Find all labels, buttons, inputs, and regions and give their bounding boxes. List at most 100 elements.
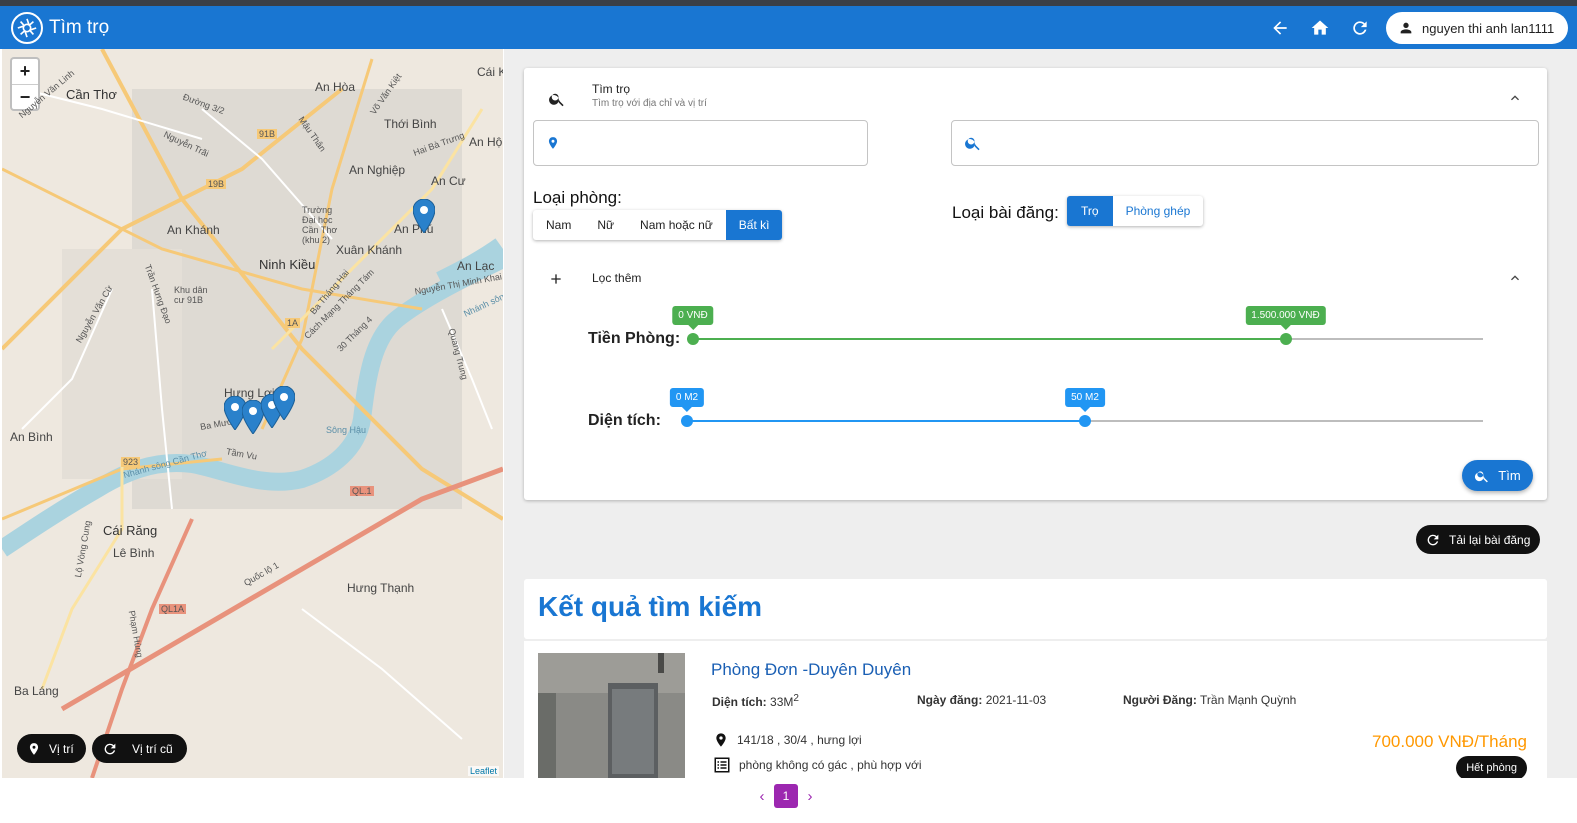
post-type-label: Loại bài đăng: [952, 203, 1059, 222]
listing-date-label: Ngày đăng: [917, 693, 983, 707]
map-label: Hưng Thạnh [347, 581, 415, 595]
aperture-logo-icon[interactable] [11, 11, 43, 44]
map-label: An Khánh [167, 223, 220, 237]
search-button[interactable]: Tìm [1462, 460, 1533, 491]
keyword-field[interactable] [951, 120, 1539, 166]
map-attribution[interactable]: Leaflet [467, 766, 499, 776]
post-type-toggle-group: Trọ Phòng ghép [1067, 196, 1204, 226]
price-slider[interactable]: 0 VNĐ 1.500.000 VNĐ [672, 306, 1483, 350]
area-max-value: 50 M2 [1065, 388, 1105, 412]
map-label: An Hội [469, 135, 503, 149]
listing-status-badge: Hết phòng [1456, 756, 1527, 778]
listing-area-sup: 2 [793, 693, 799, 704]
search-card: Tìm trọ Tìm trọ với địa chỉ và vị trí Lo… [524, 68, 1547, 500]
search-section-header[interactable]: Tìm trọ Tìm trọ với địa chỉ và vị trí [524, 82, 1547, 112]
reload-posts-label: Tải lại bài đăng [1449, 532, 1531, 547]
person-icon [1400, 22, 1412, 34]
chevron-up-icon[interactable] [1507, 90, 1523, 106]
area-slider-max-thumb[interactable] [1079, 415, 1091, 427]
map-marker-icon[interactable] [273, 386, 295, 420]
plus-icon [551, 274, 561, 284]
post-type-option-tro[interactable]: Trọ [1067, 196, 1113, 226]
area-slider-min-thumb[interactable] [681, 415, 693, 427]
room-type-option-nu[interactable]: Nữ [584, 210, 627, 240]
results-header: Kết quả tìm kiếm [524, 579, 1547, 639]
refresh-button[interactable] [1340, 11, 1380, 45]
reload-posts-button[interactable]: Tải lại bài đăng [1416, 525, 1540, 554]
old-location-label: Vị trí cũ [132, 741, 173, 756]
user-chip[interactable]: nguyen thi anh lan1111 [1386, 12, 1568, 44]
room-type-option-nam-hoac-nu[interactable]: Nam hoặc nữ [627, 210, 726, 240]
prev-page-button[interactable]: ‹ [752, 788, 772, 805]
map-label: Sông Hậu [326, 425, 367, 435]
my-location-button[interactable]: Vị trí [17, 734, 86, 763]
area-min-value: 0 M2 [669, 388, 705, 412]
listing-area: Diện tích: 33M2 [712, 693, 799, 709]
results-title: Kết quả tìm kiếm [538, 591, 763, 622]
map-label: Ninh Kiều [259, 257, 316, 272]
map-label: An Bình [10, 430, 53, 444]
map-label: Cái Răng [103, 523, 158, 538]
listing-date-value: 2021-11-03 [985, 693, 1047, 707]
location-pin-icon [716, 733, 726, 747]
search-button-label: Tìm [1498, 468, 1521, 483]
zoom-in-button[interactable]: + [12, 59, 38, 84]
map-label: Ba Láng [14, 684, 59, 698]
pagination: ‹ 1 › [752, 784, 820, 808]
old-location-button[interactable]: Vị trí cũ [92, 734, 187, 763]
location-input[interactable] [570, 135, 867, 151]
back-button[interactable] [1260, 11, 1300, 45]
location-field[interactable] [533, 120, 868, 166]
area-slider[interactable]: 0 M2 50 M2 [669, 388, 1483, 432]
room-type-option-nam[interactable]: Nam [533, 210, 584, 240]
listing-photo[interactable] [538, 653, 685, 778]
map-label: Cái Khế [477, 65, 503, 79]
price-slider-label: Tiền Phòng: [588, 330, 681, 347]
listing-poster: Người Đăng: Trần Mạnh Quỳnh [1123, 693, 1296, 707]
main-panel: Tìm trọ Tìm trọ với địa chỉ và vị trí Lo… [504, 49, 1577, 778]
listing-card[interactable]: Phòng Đơn -Duyên Duyên Diện tích: 33M2 N… [524, 641, 1547, 778]
location-pin-icon [29, 742, 39, 755]
next-page-button[interactable]: › [800, 788, 820, 805]
page-number-current[interactable]: 1 [774, 784, 798, 808]
home-button[interactable] [1300, 11, 1340, 45]
listing-description: phòng không có gác , phù hợp với [713, 756, 922, 774]
arrow-left-icon [1273, 21, 1287, 35]
map-label: An Lạc [457, 259, 495, 273]
listing-date: Ngày đăng: 2021-11-03 [917, 693, 1046, 707]
search-icon [965, 137, 980, 151]
app-title: Tìm trọ [49, 16, 110, 38]
refresh-icon [1353, 21, 1367, 35]
chevron-up-icon[interactable] [1507, 270, 1523, 286]
post-type-option-phong-ghep[interactable]: Phòng ghép [1113, 196, 1204, 226]
price-slider-max-thumb[interactable] [1279, 333, 1292, 345]
refresh-icon [104, 743, 116, 754]
more-filters-header[interactable]: Lọc thêm [524, 266, 1547, 290]
search-icon [1475, 470, 1489, 482]
room-type-option-bat-ki[interactable]: Bất kì [725, 210, 783, 240]
map-label: Trường Đại học Cần Thơ (khu 2) [302, 205, 338, 245]
search-section-title: Tìm trọ [592, 82, 630, 96]
listing-title[interactable]: Phòng Đơn -Duyên Duyên [711, 660, 911, 680]
price-slider-fill [693, 338, 1286, 340]
map-label: Thới Bình [384, 117, 437, 131]
map-label: Cần Thơ [66, 87, 117, 102]
home-icon [1311, 20, 1329, 35]
map-label: An Hòa [315, 80, 356, 94]
road-label: QL.1 [350, 486, 374, 496]
road-label: 91B [257, 129, 278, 139]
map-label: Xuân Khánh [336, 243, 403, 257]
listing-address: 141/18 , 30/4 , hưng lợi [713, 730, 862, 750]
map-view[interactable]: + − Cần Thơ Ninh Kiều An Khánh An Bình C… [2, 49, 503, 778]
app-bar: Tìm trọ nguyen thi anh lan1111 [0, 6, 1577, 49]
my-location-label: Vị trí [49, 741, 74, 756]
road-label: QL1A [159, 604, 187, 614]
price-min-value: 0 VNĐ [672, 306, 714, 330]
listing-poster-label: Người Đăng: [1123, 693, 1197, 707]
map-marker-icon[interactable] [413, 199, 435, 233]
price-slider-min-thumb[interactable] [687, 333, 699, 345]
listing-poster-value: Trần Mạnh Quỳnh [1200, 693, 1297, 707]
search-section-subtitle: Tìm trọ với địa chỉ và vị trí [592, 98, 707, 109]
keyword-input[interactable] [992, 135, 1538, 151]
road-label: 1A [285, 318, 301, 328]
